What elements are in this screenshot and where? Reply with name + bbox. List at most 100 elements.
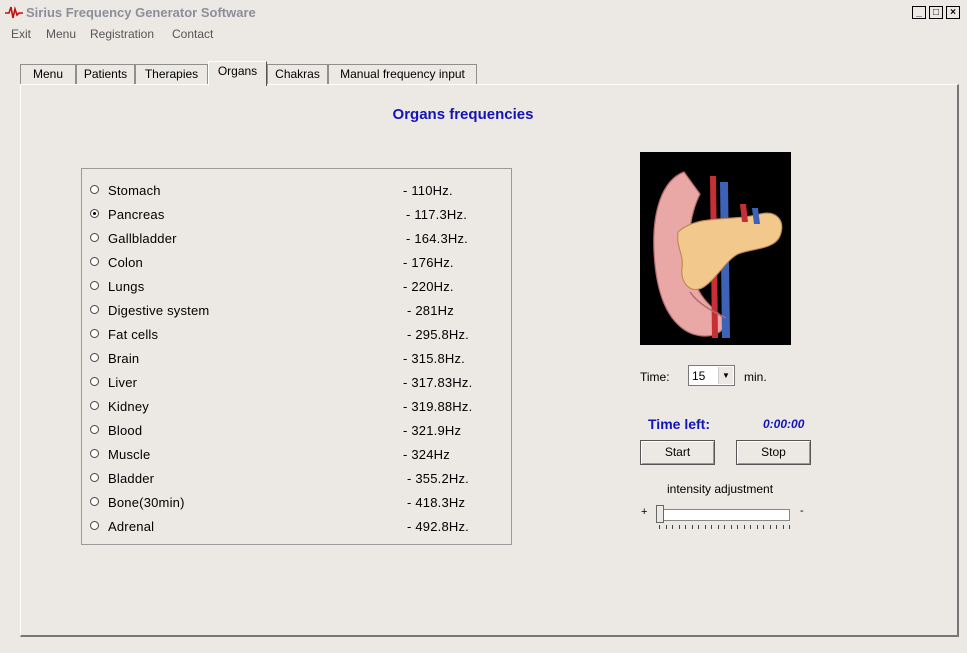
time-unit: min.	[744, 370, 767, 384]
organ-name: Stomach	[108, 183, 161, 198]
slider-tick	[770, 525, 771, 529]
organ-frequency: - 319.88Hz.	[403, 399, 473, 414]
organ-row-fat-cells[interactable]: Fat cells - 295.8Hz.	[82, 325, 511, 345]
slider-tick	[659, 525, 660, 529]
organ-frequency: - 321.9Hz	[403, 423, 462, 438]
slider-tick	[679, 525, 680, 529]
organ-name: Pancreas	[108, 207, 165, 222]
organ-name: Fat cells	[108, 327, 159, 342]
organ-radio[interactable]	[90, 257, 99, 266]
organ-frequency: - 220Hz.	[403, 279, 454, 294]
intensity-label: intensity adjustment	[667, 482, 774, 496]
menu-bar: Exit Menu Registration Contact	[0, 25, 967, 43]
intensity-slider-track[interactable]	[657, 509, 790, 521]
start-button[interactable]: Start	[640, 440, 715, 465]
tab-menu[interactable]: Menu	[20, 64, 76, 84]
pancreas-illustration	[640, 152, 791, 345]
slider-tick	[789, 525, 790, 529]
organ-radio[interactable]	[90, 401, 99, 410]
organ-radio[interactable]	[90, 473, 99, 482]
organ-row-stomach[interactable]: Stomach - 110Hz.	[82, 181, 511, 201]
intensity-slider-thumb[interactable]	[656, 505, 664, 523]
organ-frequency: - 281Hz	[407, 303, 454, 318]
close-button[interactable]: ×	[946, 6, 960, 19]
title-bar: Sirius Frequency Generator Software _ □ …	[0, 0, 967, 24]
organ-row-gallbladder[interactable]: Gallbladder - 164.3Hz.	[82, 229, 511, 249]
organ-name: Muscle	[108, 447, 151, 462]
tab-therapies[interactable]: Therapies	[135, 64, 208, 84]
organ-row-blood[interactable]: Blood - 321.9Hz	[82, 421, 511, 441]
organ-name: Adrenal	[108, 519, 155, 534]
waveform-app-icon	[5, 6, 23, 19]
organ-name: Kidney	[108, 399, 149, 414]
slider-tick	[757, 525, 758, 529]
chevron-down-icon[interactable]: ▼	[718, 367, 733, 384]
organ-radio[interactable]	[90, 353, 99, 362]
organ-frequency: - 317.83Hz.	[403, 375, 473, 390]
slider-tick	[666, 525, 667, 529]
page-title: Organs frequencies	[392, 106, 534, 123]
organ-name: Colon	[108, 255, 143, 270]
minimize-button[interactable]: _	[912, 6, 926, 19]
menu-menu[interactable]: Menu	[46, 27, 76, 41]
slider-tick	[692, 525, 693, 529]
organ-frequency: - 176Hz.	[403, 255, 454, 270]
organ-row-muscle[interactable]: Muscle - 324Hz	[82, 445, 511, 465]
slider-tick	[711, 525, 712, 529]
organ-radio[interactable]	[90, 497, 99, 506]
organ-radio[interactable]	[90, 425, 99, 434]
organ-radio[interactable]	[90, 233, 99, 242]
organ-frequency: - 295.8Hz.	[407, 327, 469, 342]
organ-row-colon[interactable]: Colon - 176Hz.	[82, 253, 511, 273]
slider-tick	[763, 525, 764, 529]
organ-radio[interactable]	[90, 209, 99, 218]
organ-radio[interactable]	[90, 329, 99, 338]
tab-chakras[interactable]: Chakras	[267, 64, 328, 84]
organ-row-digestive-system[interactable]: Digestive system - 281Hz	[82, 301, 511, 321]
organ-frequency: - 355.2Hz.	[407, 471, 469, 486]
tab-patients[interactable]: Patients	[76, 64, 135, 84]
menu-exit[interactable]: Exit	[11, 27, 31, 41]
organ-frequency: - 492.8Hz.	[407, 519, 469, 534]
time-label: Time:	[640, 370, 670, 384]
slider-tick	[718, 525, 719, 529]
organ-name: Gallbladder	[108, 231, 177, 246]
slider-tick	[776, 525, 777, 529]
slider-tick	[783, 525, 784, 529]
menu-registration[interactable]: Registration	[90, 27, 154, 41]
organ-row-kidney[interactable]: Kidney - 319.88Hz.	[82, 397, 511, 417]
slider-tick	[705, 525, 706, 529]
organ-list: Stomach - 110Hz. Pancreas - 117.3Hz. Gallbla…	[81, 168, 512, 545]
window-title: Sirius Frequency Generator Software	[26, 5, 256, 20]
slider-tick	[750, 525, 751, 529]
organ-radio[interactable]	[90, 281, 99, 290]
tab-organs[interactable]: Organs	[208, 61, 267, 86]
organ-row-pancreas[interactable]: Pancreas - 117.3Hz.	[82, 205, 511, 225]
intensity-minus-label: -	[800, 505, 804, 517]
organ-row-bladder[interactable]: Bladder - 355.2Hz.	[82, 469, 511, 489]
organ-name: Brain	[108, 351, 140, 366]
organ-name: Blood	[108, 423, 143, 438]
slider-tick	[731, 525, 732, 529]
stop-button[interactable]: Stop	[736, 440, 811, 465]
intensity-plus-label: +	[641, 506, 648, 518]
time-select[interactable]: 15 ▼	[688, 365, 735, 386]
organ-row-lungs[interactable]: Lungs - 220Hz.	[82, 277, 511, 297]
organ-row-adrenal[interactable]: Adrenal - 492.8Hz.	[82, 517, 511, 537]
organ-radio[interactable]	[90, 521, 99, 530]
organ-radio[interactable]	[90, 185, 99, 194]
organ-row-brain[interactable]: Brain - 315.8Hz.	[82, 349, 511, 369]
organ-row-liver[interactable]: Liver - 317.83Hz.	[82, 373, 511, 393]
time-left-label: Time left:	[648, 416, 710, 432]
slider-tick	[744, 525, 745, 529]
menu-contact[interactable]: Contact	[172, 27, 213, 41]
organ-radio[interactable]	[90, 305, 99, 314]
organ-radio[interactable]	[90, 377, 99, 386]
tab-manual-frequency-input[interactable]: Manual frequency input	[328, 64, 477, 84]
maximize-button[interactable]: □	[929, 6, 943, 19]
time-left-value: 0:00:00	[763, 417, 805, 431]
organ-name: Bladder	[108, 471, 155, 486]
organ-row-bone-30min[interactable]: Bone(30min) - 418.3Hz	[82, 493, 511, 513]
organ-radio[interactable]	[90, 449, 99, 458]
slider-tick	[737, 525, 738, 529]
